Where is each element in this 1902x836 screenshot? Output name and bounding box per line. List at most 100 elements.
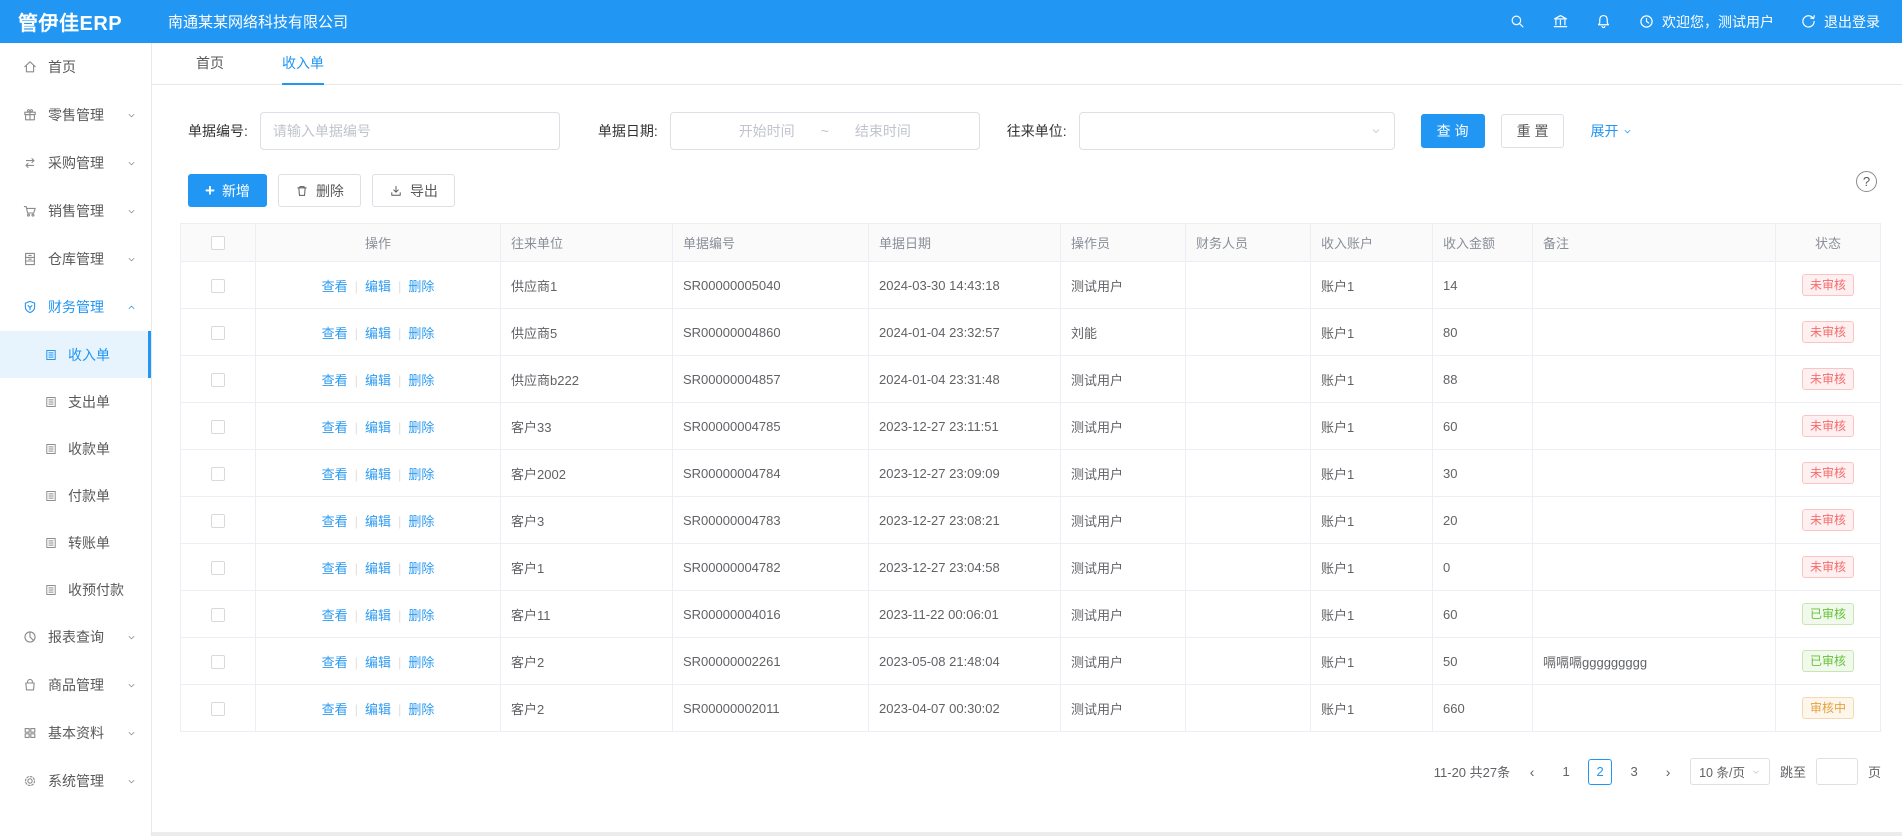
bank-icon[interactable] xyxy=(1552,13,1569,30)
view-link[interactable]: 查看 xyxy=(322,655,348,670)
page-button-1[interactable]: 1 xyxy=(1554,759,1578,785)
row-checkbox[interactable] xyxy=(211,514,225,528)
row-checkbox[interactable] xyxy=(211,702,225,716)
bill-no-cell: SR00000004783 xyxy=(673,497,869,544)
sidebar-item-home[interactable]: 首页 xyxy=(0,43,151,91)
action-separator: | xyxy=(355,514,358,529)
view-link[interactable]: 查看 xyxy=(322,326,348,341)
sidebar-subitem-payment[interactable]: 付款单 xyxy=(0,472,151,519)
bill-no-cell: SR00000004784 xyxy=(673,450,869,497)
sidebar-subitem-income[interactable]: 收入单 xyxy=(0,331,151,378)
sidebar-item-sales[interactable]: 销售管理 xyxy=(0,187,151,235)
account-cell: 账户1 xyxy=(1311,309,1433,356)
edit-link[interactable]: 编辑 xyxy=(365,655,391,670)
sidebar-item-warehouse[interactable]: 仓库管理 xyxy=(0,235,151,283)
delete-link[interactable]: 删除 xyxy=(408,655,434,670)
edit-link[interactable]: 编辑 xyxy=(365,608,391,623)
help-button[interactable]: ? xyxy=(1856,171,1877,192)
prev-page-button[interactable]: ‹ xyxy=(1520,759,1544,785)
sidebar-item-label: 财务管理 xyxy=(48,297,104,317)
view-link[interactable]: 查看 xyxy=(322,561,348,576)
delete-link[interactable]: 删除 xyxy=(408,420,434,435)
date-start-placeholder: 开始时间 xyxy=(739,121,795,141)
bill-no-cell: SR00000004860 xyxy=(673,309,869,356)
status-badge: 未审核 xyxy=(1802,321,1854,343)
tab-income[interactable]: 收入单 xyxy=(282,43,324,85)
sidebar-item-system[interactable]: 系统管理 xyxy=(0,757,151,805)
row-checkbox[interactable] xyxy=(211,561,225,575)
sidebar-item-label: 基本资料 xyxy=(48,723,104,743)
logout-button[interactable]: 退出登录 xyxy=(1800,12,1880,32)
sidebar-item-retail[interactable]: 零售管理 xyxy=(0,91,151,139)
edit-link[interactable]: 编辑 xyxy=(365,373,391,388)
page-size-select[interactable]: 10 条/页 xyxy=(1690,758,1770,785)
col-header-status: 状态 xyxy=(1776,224,1881,262)
delete-link[interactable]: 删除 xyxy=(408,561,434,576)
partner-select[interactable] xyxy=(1079,112,1395,150)
welcome-user[interactable]: 欢迎您，测试用户 xyxy=(1638,12,1774,32)
jump-page-input[interactable] xyxy=(1816,758,1858,785)
delete-link[interactable]: 删除 xyxy=(408,514,434,529)
row-checkbox[interactable] xyxy=(211,279,225,293)
sidebar-subitem-receipt[interactable]: 收款单 xyxy=(0,425,151,472)
edit-link[interactable]: 编辑 xyxy=(365,326,391,341)
bill-no-input[interactable] xyxy=(260,112,560,150)
document-icon xyxy=(44,442,58,456)
action-separator: | xyxy=(355,467,358,482)
view-link[interactable]: 查看 xyxy=(322,420,348,435)
horizontal-scrollbar[interactable] xyxy=(152,832,1902,836)
sidebar-item-purchase[interactable]: 采购管理 xyxy=(0,139,151,187)
sidebar-item-basedata[interactable]: 基本资料 xyxy=(0,709,151,757)
delete-link[interactable]: 删除 xyxy=(408,702,434,717)
edit-link[interactable]: 编辑 xyxy=(365,561,391,576)
view-link[interactable]: 查看 xyxy=(322,608,348,623)
view-link[interactable]: 查看 xyxy=(322,702,348,717)
delete-button[interactable]: 删除 xyxy=(278,174,361,207)
add-button[interactable]: + 新增 xyxy=(188,174,267,207)
sidebar-item-finance[interactable]: 财务管理 xyxy=(0,283,151,331)
sidebar-subitem-transfer[interactable]: 转账单 xyxy=(0,519,151,566)
page-button-3[interactable]: 3 xyxy=(1622,759,1646,785)
next-page-button[interactable]: › xyxy=(1656,759,1680,785)
edit-link[interactable]: 编辑 xyxy=(365,279,391,294)
page-button-2[interactable]: 2 xyxy=(1588,759,1612,785)
col-header-remark: 备注 xyxy=(1533,224,1776,262)
delete-link[interactable]: 删除 xyxy=(408,279,434,294)
partner-cell: 供应商5 xyxy=(501,309,673,356)
row-checkbox[interactable] xyxy=(211,655,225,669)
sidebar-item-goods[interactable]: 商品管理 xyxy=(0,661,151,709)
edit-link[interactable]: 编辑 xyxy=(365,420,391,435)
delete-link[interactable]: 删除 xyxy=(408,608,434,623)
edit-link[interactable]: 编辑 xyxy=(365,514,391,529)
tab-home[interactable]: 首页 xyxy=(196,43,224,85)
view-link[interactable]: 查看 xyxy=(322,373,348,388)
edit-link[interactable]: 编辑 xyxy=(365,467,391,482)
delete-link[interactable]: 删除 xyxy=(408,373,434,388)
sidebar-item-reports[interactable]: 报表查询 xyxy=(0,613,151,661)
row-checkbox[interactable] xyxy=(211,608,225,622)
date-range-picker[interactable]: 开始时间 ~ 结束时间 xyxy=(670,112,980,150)
edit-link[interactable]: 编辑 xyxy=(365,702,391,717)
reset-button[interactable]: 重 置 xyxy=(1501,114,1565,148)
bell-icon[interactable] xyxy=(1595,13,1612,30)
view-link[interactable]: 查看 xyxy=(322,514,348,529)
sidebar-subitem-prepaid[interactable]: 收预付款 xyxy=(0,566,151,613)
view-link[interactable]: 查看 xyxy=(322,279,348,294)
search-button[interactable]: 查 询 xyxy=(1421,114,1485,148)
row-checkbox[interactable] xyxy=(211,467,225,481)
row-checkbox[interactable] xyxy=(211,326,225,340)
row-checkbox[interactable] xyxy=(211,373,225,387)
delete-link[interactable]: 删除 xyxy=(408,326,434,341)
income-table: 操作 往来单位 单据编号 单据日期 操作员 财务人员 收入账户 收入金额 备注 … xyxy=(180,223,1881,732)
view-link[interactable]: 查看 xyxy=(322,467,348,482)
expand-link-label: 展开 xyxy=(1590,121,1618,141)
chevron-down-icon xyxy=(126,254,137,265)
search-icon[interactable] xyxy=(1509,13,1526,30)
sidebar-subitem-expense[interactable]: 支出单 xyxy=(0,378,151,425)
row-checkbox[interactable] xyxy=(211,420,225,434)
select-all-checkbox[interactable] xyxy=(211,236,225,250)
export-button[interactable]: 导出 xyxy=(372,174,455,207)
expand-link[interactable]: 展开 xyxy=(1590,121,1633,141)
page-size-value: 10 条/页 xyxy=(1699,762,1745,781)
delete-link[interactable]: 删除 xyxy=(408,467,434,482)
